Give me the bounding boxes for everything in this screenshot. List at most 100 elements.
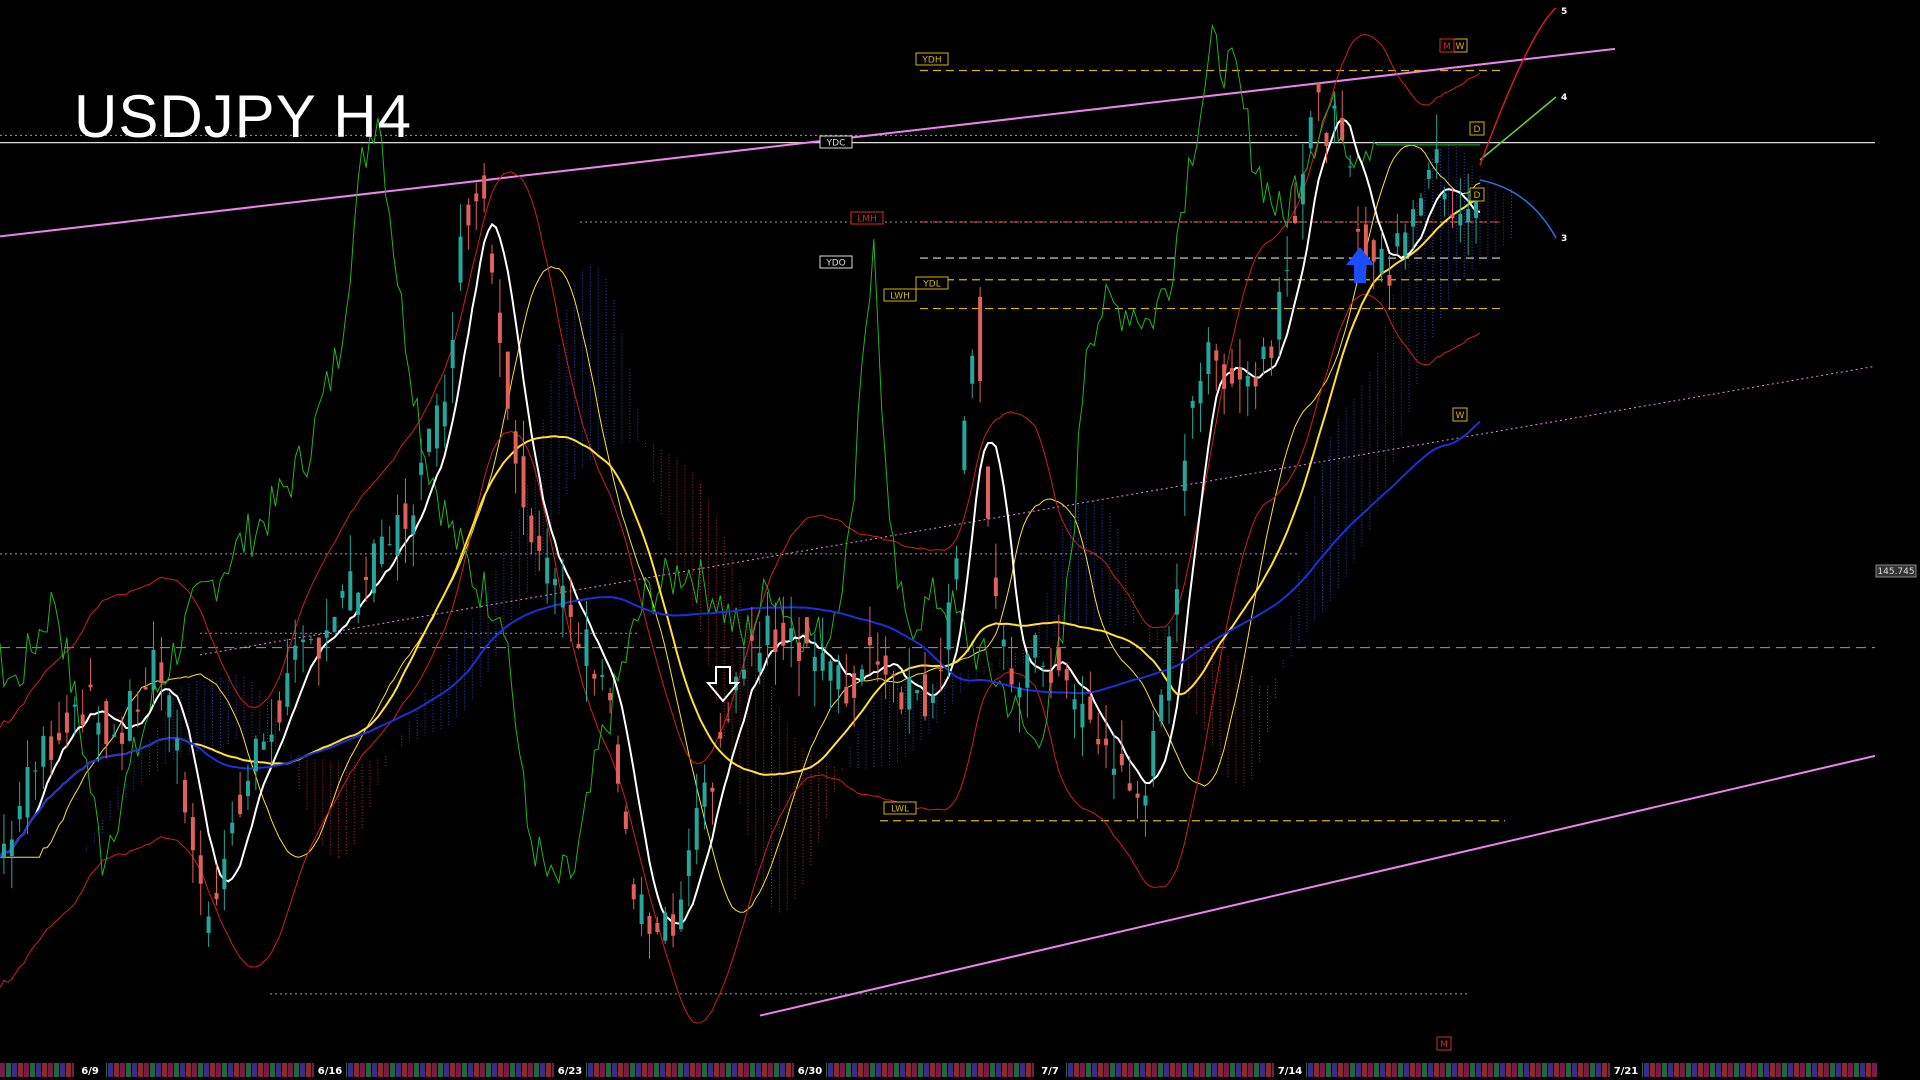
axis-cell bbox=[1596, 1063, 1601, 1077]
axis-cell bbox=[1824, 1063, 1829, 1077]
candle-body bbox=[1285, 270, 1290, 272]
candle-body bbox=[1348, 166, 1353, 168]
candle-body bbox=[245, 780, 250, 797]
candle-body bbox=[820, 653, 825, 671]
candle-body bbox=[1316, 83, 1321, 93]
axis-cell bbox=[1002, 1063, 1007, 1077]
axis-cell bbox=[1770, 1063, 1775, 1077]
axis-cell bbox=[1482, 1063, 1487, 1077]
axis-cell bbox=[1722, 1063, 1727, 1077]
axis-cell bbox=[1782, 1063, 1787, 1077]
axis-cell bbox=[540, 1063, 545, 1077]
candle-body bbox=[923, 674, 927, 717]
candle-body bbox=[797, 642, 802, 661]
axis-cell bbox=[1860, 1063, 1865, 1077]
axis-cell bbox=[54, 1063, 59, 1077]
axis-cell bbox=[396, 1063, 401, 1077]
axis-cell bbox=[1584, 1063, 1589, 1077]
candle-body bbox=[64, 712, 69, 733]
axis-cell bbox=[996, 1063, 1001, 1077]
axis-cell bbox=[1452, 1063, 1457, 1077]
axis-cell bbox=[1548, 1063, 1553, 1077]
candle-body bbox=[1324, 132, 1329, 147]
axis-cell bbox=[624, 1063, 629, 1077]
candle-body bbox=[930, 695, 935, 703]
level-label-ydh: YDH bbox=[921, 56, 941, 66]
axis-cell bbox=[636, 1063, 641, 1077]
axis-cell bbox=[450, 1063, 455, 1077]
candle-body bbox=[584, 629, 589, 666]
axis-cell bbox=[408, 1063, 413, 1077]
axis-cell bbox=[1842, 1063, 1847, 1077]
axis-cell bbox=[192, 1063, 197, 1077]
axis-cell bbox=[1326, 1063, 1331, 1077]
axis-cell bbox=[1398, 1063, 1403, 1077]
candle-body bbox=[1072, 699, 1077, 710]
candle-body bbox=[1, 843, 6, 858]
candle-body bbox=[427, 428, 432, 452]
axis-cell bbox=[726, 1063, 731, 1077]
axis-cell bbox=[906, 1063, 911, 1077]
candle-body bbox=[671, 914, 676, 936]
candle-body bbox=[1143, 795, 1148, 806]
axis-cell bbox=[1476, 1063, 1481, 1077]
candle-body bbox=[1379, 248, 1384, 274]
candle-body bbox=[505, 351, 510, 409]
axis-cell bbox=[1458, 1063, 1463, 1077]
axis-cell bbox=[228, 1063, 233, 1077]
axis-cell bbox=[246, 1063, 251, 1077]
axis-cell bbox=[1152, 1063, 1157, 1077]
axis-cell bbox=[1434, 1063, 1439, 1077]
level-label-lwh: LWH bbox=[890, 292, 910, 302]
axis-cell bbox=[648, 1063, 653, 1077]
axis-cell bbox=[66, 1063, 71, 1077]
axis-cell bbox=[1092, 1063, 1097, 1077]
axis-cell bbox=[204, 1063, 209, 1077]
candle-body bbox=[844, 686, 849, 704]
axis-cell bbox=[1872, 1063, 1877, 1077]
candle-body bbox=[127, 690, 132, 741]
wave-3-line bbox=[1479, 179, 1557, 239]
axis-cell bbox=[1764, 1063, 1769, 1077]
axis-cell bbox=[708, 1063, 713, 1077]
candle-body bbox=[356, 592, 361, 615]
tag-m_top: M bbox=[1443, 42, 1451, 52]
axis-cell bbox=[1182, 1063, 1187, 1077]
axis-cell bbox=[1320, 1063, 1325, 1077]
candle-body bbox=[560, 585, 565, 608]
candle-body bbox=[970, 355, 975, 384]
candle-body bbox=[1017, 687, 1022, 698]
axis-cell bbox=[258, 1063, 263, 1077]
axis-cell bbox=[1836, 1063, 1841, 1077]
candle-body bbox=[379, 536, 384, 565]
candle-body bbox=[915, 690, 920, 694]
price-chart[interactable]: YDHYDCLMHYDOYDLLWHLWLWMDDWM543145.745 6/… bbox=[0, 0, 1920, 1080]
axis-cell bbox=[768, 1063, 773, 1077]
candle-body bbox=[1096, 739, 1101, 745]
candle-body bbox=[867, 637, 872, 646]
axis-cell bbox=[894, 1063, 899, 1077]
axis-cell bbox=[300, 1063, 305, 1077]
axis-cell bbox=[30, 1063, 35, 1077]
axis-cell bbox=[1854, 1063, 1859, 1077]
wave-label-w5: 5 bbox=[1561, 7, 1567, 17]
candle-body bbox=[261, 741, 266, 750]
candle-body bbox=[183, 780, 187, 813]
candle-body bbox=[159, 662, 164, 684]
candle-body bbox=[1056, 648, 1061, 671]
candle-body bbox=[962, 420, 967, 471]
axis-cell bbox=[1734, 1063, 1739, 1077]
level-label-lmh: LMH bbox=[857, 215, 877, 225]
candle-body bbox=[466, 204, 471, 226]
candle-body bbox=[371, 543, 376, 594]
candle-body bbox=[395, 515, 400, 556]
axis-cell bbox=[1512, 1063, 1517, 1077]
sma-mid-line bbox=[0, 197, 1481, 858]
date-tick-label: 6/16 bbox=[318, 1066, 343, 1077]
candle-body bbox=[434, 405, 439, 449]
axis-cell bbox=[1566, 1063, 1571, 1077]
candle-body bbox=[568, 604, 573, 617]
axis-cell bbox=[1020, 1063, 1025, 1077]
candle-body bbox=[608, 693, 613, 701]
axis-cell bbox=[1650, 1063, 1655, 1077]
